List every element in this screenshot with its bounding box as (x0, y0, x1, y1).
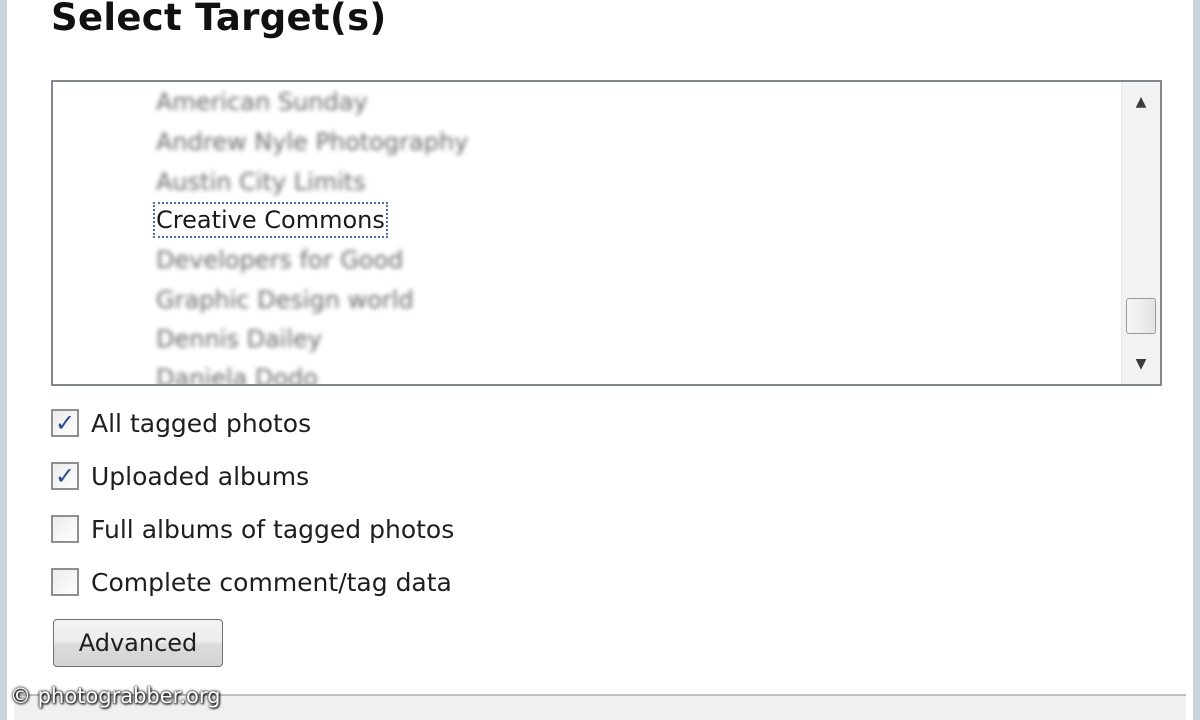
option-complete-comment-tag-data[interactable]: Complete comment/tag data (51, 565, 452, 599)
target-list-item[interactable]: Developers for Good (153, 242, 406, 278)
scroll-down-icon[interactable]: ▼ (1122, 346, 1160, 382)
uploaded-albums-checkbox[interactable]: ✓ (51, 462, 79, 490)
target-list-item[interactable]: Dennis Dailey (153, 321, 325, 357)
all-tagged-photos-checkbox[interactable]: ✓ (51, 409, 79, 437)
option-label: Complete comment/tag data (91, 567, 452, 597)
target-list-item-selected[interactable]: Creative Commons (153, 202, 388, 238)
option-label: All tagged photos (91, 408, 312, 438)
option-uploaded-albums[interactable]: ✓ Uploaded albums (51, 459, 309, 493)
target-list-item[interactable]: Graphic Design world (153, 282, 417, 318)
target-list-items: American Sunday Andrew Nyle Photography … (53, 82, 1122, 384)
vertical-scrollbar[interactable]: ▲ ▼ (1121, 82, 1160, 384)
scroll-up-icon[interactable]: ▲ (1122, 84, 1160, 120)
target-list-item[interactable]: Austin City Limits (153, 164, 369, 200)
complete-comment-tag-data-checkbox[interactable] (51, 568, 79, 596)
scrollbar-thumb[interactable] (1126, 298, 1156, 334)
option-label: Full albums of tagged photos (91, 514, 455, 544)
dialog-heading: Select Target(s) (51, 0, 387, 39)
option-all-tagged-photos[interactable]: ✓ All tagged photos (51, 406, 311, 440)
target-list-item[interactable]: Daniela Dodo (153, 360, 321, 384)
option-full-albums[interactable]: Full albums of tagged photos (51, 512, 454, 546)
dialog-window: Select Target(s) American Sunday Andrew … (0, 0, 1200, 720)
checkmark-icon: ✓ (54, 409, 76, 437)
target-list-item[interactable]: American Sunday (153, 84, 371, 120)
target-list-item[interactable]: Andrew Nyle Photography (153, 124, 471, 160)
checkmark-icon: ✓ (54, 462, 76, 490)
full-albums-checkbox[interactable] (51, 515, 79, 543)
target-listbox[interactable]: American Sunday Andrew Nyle Photography … (51, 80, 1162, 386)
watermark-text: © photograbber.org (10, 684, 221, 708)
option-label: Uploaded albums (91, 461, 310, 491)
advanced-button[interactable]: Advanced (53, 619, 223, 667)
